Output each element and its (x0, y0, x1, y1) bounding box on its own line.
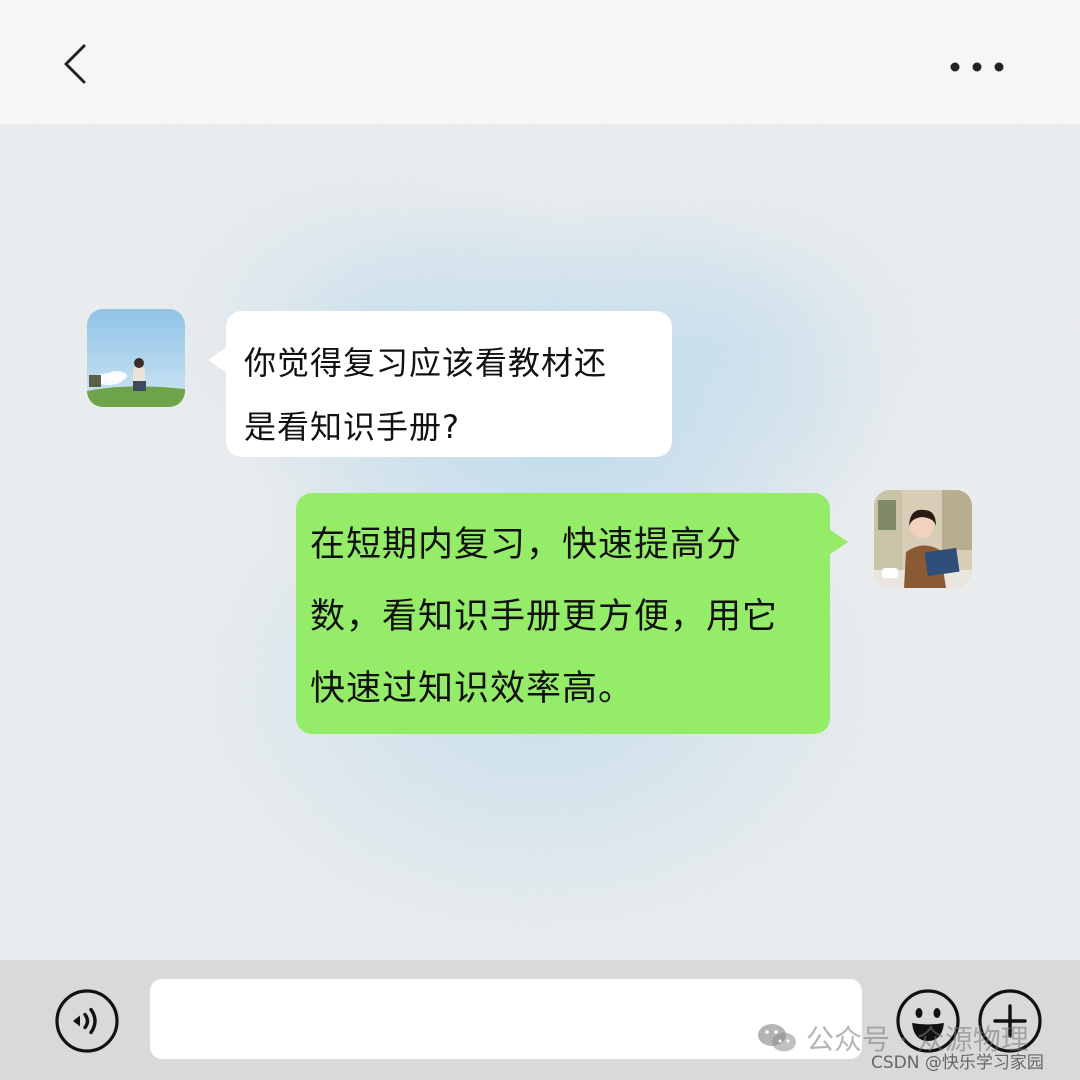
outgoing-message-bubble[interactable]: 在短期内复习，快速提高分 数，看知识手册更方便，用它 快速过知识效率高。 (296, 493, 848, 734)
user-avatar[interactable] (874, 490, 972, 588)
message-line: 是看知识手册? (244, 408, 460, 446)
wechat-logo-icon (758, 1024, 796, 1052)
message-line: 快速过知识效率高。 (310, 669, 635, 709)
voice-input-button[interactable] (54, 988, 120, 1054)
message-line: 你觉得复习应该看教材还 (244, 344, 608, 382)
incoming-message-bubble[interactable]: 你觉得复习应该看教材还 是看知识手册? (208, 311, 672, 457)
csdn-watermark: CSDN @快乐学习家园 (871, 1053, 1044, 1073)
chat-message-area[interactable]: 你觉得复习应该看教材还 是看知识手册? 在短期内复习，快速提高分 数，看知识手册… (0, 124, 1080, 960)
message-line: 数，看知识手册更方便，用它 (310, 597, 779, 637)
back-button[interactable] (52, 38, 104, 90)
contact-avatar[interactable] (87, 309, 185, 407)
chevron-left-icon (64, 44, 86, 84)
message-line: 在短期内复习，快速提高分 (310, 525, 743, 565)
more-dots-icon (950, 62, 1004, 72)
more-options-button[interactable] (940, 48, 1012, 84)
avatar-girl-reading-book (874, 490, 972, 588)
avatar-girl-sitting-on-grass (87, 309, 185, 407)
voice-icon (55, 989, 119, 1053)
chat-header (0, 0, 1080, 124)
